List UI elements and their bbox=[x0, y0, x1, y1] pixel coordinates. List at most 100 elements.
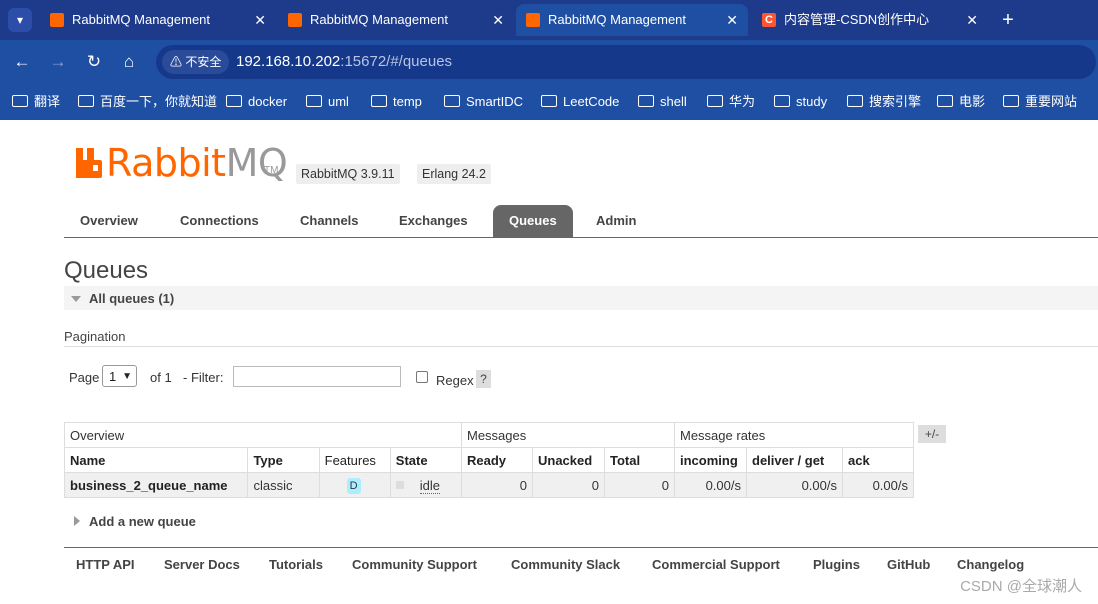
security-indicator[interactable]: ⚠ 不安全 bbox=[162, 50, 230, 74]
browser-tab-title: RabbitMQ Management bbox=[72, 12, 211, 27]
browser-tab-strip: ▾ RabbitMQ Management ✕ RabbitMQ Managem… bbox=[0, 0, 1098, 40]
tab-admin[interactable]: Admin bbox=[580, 205, 652, 237]
folder-icon bbox=[226, 95, 242, 107]
bookmark-label: 翻译 bbox=[34, 94, 61, 109]
erlang-version-badge: Erlang 24.2 bbox=[417, 164, 491, 184]
footer-link-plugins[interactable]: Plugins bbox=[813, 557, 860, 572]
reload-icon[interactable]: ↻ bbox=[82, 50, 106, 74]
add-queue-toggle[interactable]: Add a new queue bbox=[74, 514, 196, 529]
footer-link-github[interactable]: GitHub bbox=[887, 557, 930, 572]
bookmark-label: 电影 bbox=[959, 94, 986, 109]
filter-input[interactable] bbox=[233, 366, 401, 387]
bookmark-label: temp bbox=[393, 94, 422, 109]
tab-channels[interactable]: Channels bbox=[284, 205, 375, 237]
table-row: business_2_queue_name classic D idle 0 0… bbox=[63, 472, 914, 498]
column-header-state[interactable]: State bbox=[389, 447, 463, 473]
column-header-type[interactable]: Type bbox=[247, 447, 320, 473]
bookmark-item[interactable]: 重要网站 bbox=[1003, 84, 1077, 120]
tab-search-chevron-icon[interactable]: ▾ bbox=[8, 8, 32, 32]
browser-toolbar: ← → ↻ ⌂ ⚠ 不安全 192.168.10.202:15672/#/que… bbox=[0, 40, 1098, 84]
browser-tab-2[interactable]: RabbitMQ Management ✕ bbox=[278, 4, 514, 36]
url-host: 192.168.10.202 bbox=[236, 53, 341, 70]
bookmark-item[interactable]: 华为 bbox=[707, 84, 755, 120]
column-header-unacked[interactable]: Unacked bbox=[532, 447, 605, 473]
page-select[interactable]: 1 ▼ bbox=[102, 365, 137, 387]
ack-rate: 0.00/s bbox=[842, 472, 914, 498]
bookmark-item[interactable]: study bbox=[774, 84, 827, 120]
column-header-ack[interactable]: ack bbox=[842, 447, 914, 473]
footer-link-commercial-support[interactable]: Commercial Support bbox=[652, 557, 780, 572]
regex-checkbox[interactable] bbox=[416, 371, 428, 383]
bookmark-item[interactable]: 电影 bbox=[937, 84, 985, 120]
bookmark-item[interactable]: 搜索引擎 bbox=[847, 84, 921, 120]
browser-tab-4[interactable]: C 内容管理-CSDN创作中心 ✕ bbox=[752, 4, 988, 36]
rabbitmq-icon bbox=[526, 13, 540, 27]
bookmarks-bar: 翻译 百度一下，你就知道 docker uml temp SmartIDC Le… bbox=[0, 84, 1098, 120]
chevron-down-icon: ▼ bbox=[122, 371, 132, 382]
folder-icon bbox=[937, 95, 953, 107]
expand-triangle-icon bbox=[74, 516, 80, 526]
column-toggle-button[interactable]: +/- bbox=[918, 425, 946, 443]
tab-connections[interactable]: Connections bbox=[164, 205, 275, 237]
folder-icon bbox=[847, 95, 863, 107]
column-header-features: Features bbox=[318, 447, 391, 473]
bookmark-item[interactable]: uml bbox=[306, 84, 349, 120]
footer-link-http-api[interactable]: HTTP API bbox=[76, 557, 135, 572]
column-header-deliver-get[interactable]: deliver / get bbox=[746, 447, 843, 473]
forward-icon[interactable]: → bbox=[46, 50, 70, 74]
queue-state: idle bbox=[389, 472, 463, 498]
browser-tab-1[interactable]: RabbitMQ Management ✕ bbox=[40, 4, 276, 36]
column-header-incoming[interactable]: incoming bbox=[674, 447, 747, 473]
collapse-triangle-icon bbox=[71, 296, 81, 302]
bookmark-item[interactable]: LeetCode bbox=[541, 84, 619, 120]
footer-link-server-docs[interactable]: Server Docs bbox=[164, 557, 240, 572]
home-icon[interactable]: ⌂ bbox=[117, 50, 141, 74]
close-icon[interactable]: ✕ bbox=[966, 4, 978, 36]
bookmark-item[interactable]: temp bbox=[371, 84, 422, 120]
footer-link-tutorials[interactable]: Tutorials bbox=[269, 557, 323, 572]
tab-exchanges[interactable]: Exchanges bbox=[383, 205, 484, 237]
back-icon[interactable]: ← bbox=[10, 50, 34, 74]
tab-overview[interactable]: Overview bbox=[64, 205, 154, 237]
new-tab-button[interactable]: + bbox=[996, 6, 1020, 34]
group-header-overview: Overview bbox=[64, 422, 462, 448]
bookmark-item[interactable]: SmartIDC bbox=[444, 84, 523, 120]
footer-link-community-support[interactable]: Community Support bbox=[352, 557, 477, 572]
bookmark-label: 华为 bbox=[729, 94, 756, 109]
bookmark-item[interactable]: 百度一下，你就知道 bbox=[78, 84, 217, 120]
close-icon[interactable]: ✕ bbox=[492, 4, 504, 36]
url-text[interactable]: 192.168.10.202:15672/#/queues bbox=[236, 45, 452, 79]
regex-help-button[interactable]: ? bbox=[476, 370, 491, 388]
column-header-ready[interactable]: Ready bbox=[461, 447, 533, 473]
baidu-icon bbox=[78, 95, 94, 107]
rabbitmq-icon bbox=[288, 13, 302, 27]
column-header-total[interactable]: Total bbox=[604, 447, 675, 473]
bookmark-item[interactable]: docker bbox=[226, 84, 287, 120]
queue-name-link[interactable]: business_2_queue_name bbox=[63, 472, 249, 498]
queue-state-label[interactable]: idle bbox=[419, 477, 441, 494]
column-header-name[interactable]: Name bbox=[63, 447, 249, 473]
bookmark-label: study bbox=[796, 94, 828, 109]
page-select-value: 1 bbox=[109, 369, 117, 384]
divider bbox=[64, 346, 1098, 347]
tab-queues[interactable]: Queues bbox=[493, 205, 573, 237]
close-icon[interactable]: ✕ bbox=[254, 4, 266, 36]
address-bar[interactable]: ⚠ 不安全 192.168.10.202:15672/#/queues bbox=[156, 45, 1096, 79]
pagination-title: Pagination bbox=[64, 329, 126, 344]
footer-link-community-slack[interactable]: Community Slack bbox=[511, 557, 620, 572]
group-header-message-rates: Message rates bbox=[674, 422, 914, 448]
main-nav: Overview Connections Channels Exchanges … bbox=[64, 205, 1098, 238]
bookmark-item[interactable]: shell bbox=[638, 84, 687, 120]
section-label: All queues (1) bbox=[89, 291, 175, 306]
bookmark-item[interactable]: 翻译 bbox=[12, 84, 60, 120]
footer-link-changelog[interactable]: Changelog bbox=[957, 557, 1024, 572]
durable-feature-badge[interactable]: D bbox=[346, 477, 361, 494]
folder-icon bbox=[707, 95, 723, 107]
browser-tab-3-active[interactable]: RabbitMQ Management ✕ bbox=[516, 4, 748, 36]
close-icon[interactable]: ✕ bbox=[726, 4, 738, 36]
total-count: 0 bbox=[604, 472, 675, 498]
page-title: Queues bbox=[64, 257, 149, 284]
all-queues-section-toggle[interactable]: All queues (1) bbox=[64, 286, 1098, 310]
folder-icon bbox=[12, 95, 28, 107]
bookmark-label: 百度一下，你就知道 bbox=[100, 94, 218, 109]
